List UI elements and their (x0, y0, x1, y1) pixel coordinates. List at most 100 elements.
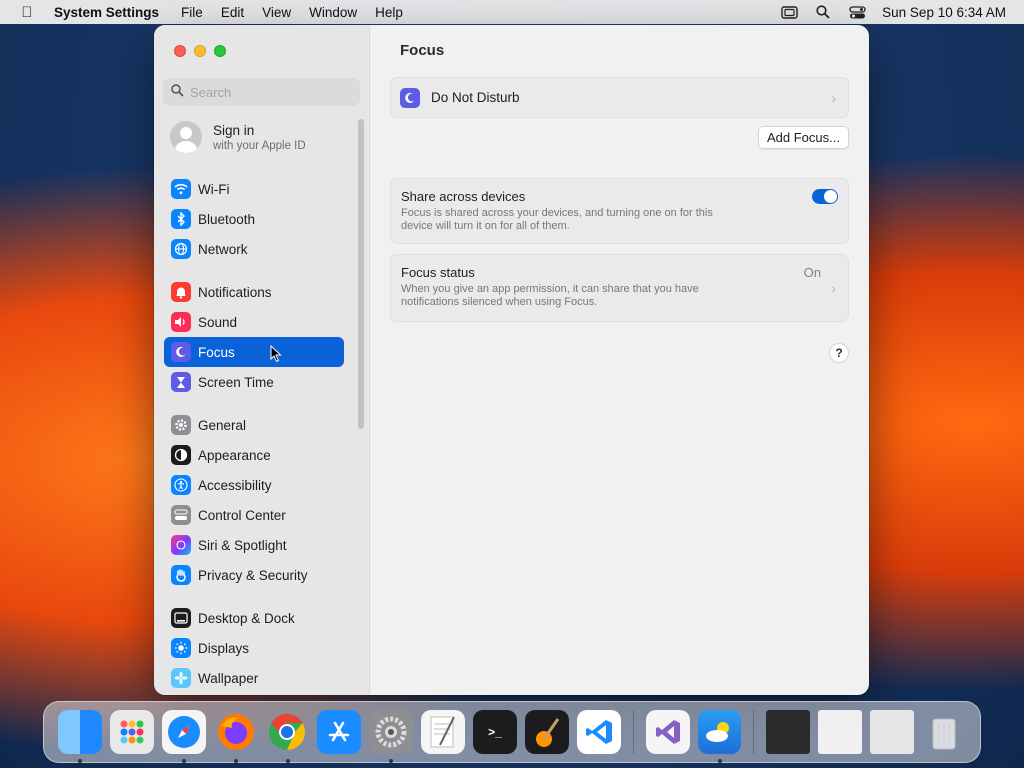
sidebar-item-label: Privacy & Security (198, 567, 308, 583)
sidebar-item-label: Accessibility (198, 477, 272, 493)
minimize-window-button[interactable] (194, 45, 206, 57)
sidebar-item-wallpaper[interactable]: Wallpaper (164, 663, 344, 693)
app-store-icon[interactable] (317, 710, 362, 754)
share-description: Focus is shared across your devices, and… (401, 207, 713, 232)
search-field[interactable] (163, 78, 360, 106)
garageband-icon[interactable] (524, 710, 569, 754)
close-window-button[interactable] (174, 45, 186, 57)
bluetooth-icon (171, 209, 191, 229)
sidebar-item-label: Network (198, 241, 248, 257)
signin-title: Sign in (213, 122, 255, 138)
siri-icon (171, 535, 191, 555)
zoom-window-button[interactable] (214, 45, 226, 57)
sidebar-item-label: Appearance (198, 447, 271, 463)
launchpad-icon[interactable] (109, 710, 154, 754)
apple-id-signin[interactable]: Sign in with your Apple ID (170, 121, 306, 153)
recent-window-1-icon[interactable] (766, 710, 811, 754)
sidebar-item-accessibility[interactable]: Accessibility (164, 470, 344, 500)
do-not-disturb-label: Do Not Disturb (431, 90, 520, 105)
running-indicator (285, 759, 290, 763)
sidebar-item-appearance[interactable]: Appearance (164, 440, 344, 470)
speaker-icon (171, 312, 191, 332)
menu-help[interactable]: Help (375, 5, 403, 20)
dock-icon (171, 608, 191, 628)
recent-window-3-icon[interactable] (870, 710, 914, 754)
sidebar-item-siri-spotlight[interactable]: Siri & Spotlight (164, 530, 344, 560)
safari-icon[interactable] (161, 710, 206, 763)
running-indicator (181, 759, 186, 763)
hourglass-icon (171, 372, 191, 392)
chevron-right-icon: › (831, 89, 836, 106)
sidebar-item-bluetooth[interactable]: Bluetooth (164, 204, 344, 234)
finder-icon[interactable] (58, 710, 102, 763)
sidebar-item-focus[interactable]: Focus (164, 337, 344, 367)
recent-window-2-icon[interactable] (818, 710, 863, 754)
menu-file[interactable]: File (181, 5, 203, 20)
menu-view[interactable]: View (262, 5, 291, 20)
focus-status-description: When you give an app permission, it can … (401, 283, 699, 308)
moon-icon (400, 87, 420, 108)
stage-manager-icon[interactable] (780, 5, 798, 19)
sidebar-item-label: Siri & Spotlight (198, 537, 287, 553)
terminal-icon[interactable]: >_ (473, 710, 517, 754)
share-across-devices-toggle[interactable] (812, 189, 838, 204)
running-indicator (233, 759, 238, 763)
menu-edit[interactable]: Edit (221, 5, 244, 20)
system-settings-icon[interactable] (369, 710, 414, 763)
sidebar-item-label: Displays (198, 640, 250, 656)
sidebar-item-label: Screen Time (198, 374, 274, 390)
menu-bar:  System Settings File Edit View Window … (0, 0, 1024, 24)
dock-separator (632, 710, 634, 754)
search-icon (171, 84, 184, 100)
dock-separator (753, 710, 755, 754)
trash-icon[interactable] (922, 710, 966, 754)
sidebar-item-privacy-security[interactable]: Privacy & Security (164, 560, 344, 590)
hand-icon (171, 565, 191, 585)
spotlight-search-icon[interactable] (814, 5, 832, 19)
focus-status-row[interactable]: Focus status When you give an app permis… (390, 254, 849, 322)
visual-studio-icon[interactable] (645, 710, 690, 754)
sidebar-item-screen-time[interactable]: Screen Time (164, 367, 344, 397)
sidebar-item-general[interactable]: General (164, 410, 344, 440)
sidebar-list: Sign in with your Apple ID Wi-Fi Bluetoo… (154, 117, 370, 695)
sidebar-item-network[interactable]: Network (164, 234, 344, 264)
sidebar-item-label: Desktop & Dock (198, 610, 295, 626)
weather-icon[interactable] (697, 710, 742, 763)
firefox-icon[interactable] (214, 710, 258, 763)
sidebar-item-label: Control Center (198, 507, 286, 523)
sidebar-item-notifications[interactable]: Notifications (164, 277, 344, 307)
sidebar-item-label: Sound (198, 314, 238, 330)
apple-menu-icon[interactable]:  (0, 4, 54, 21)
vscode-icon[interactable] (576, 710, 621, 754)
globe-icon (171, 239, 191, 259)
wallpaper-icon (171, 668, 191, 688)
menu-window[interactable]: Window (309, 5, 357, 20)
sidebar-item-desktop-dock[interactable]: Desktop & Dock (164, 603, 344, 633)
appearance-icon (171, 445, 191, 465)
add-focus-button[interactable]: Add Focus... (758, 126, 849, 149)
app-name-menu[interactable]: System Settings (54, 5, 159, 20)
wifi-icon (171, 179, 191, 199)
mouse-cursor-icon (270, 344, 282, 368)
sidebar-item-control-center[interactable]: Control Center (164, 500, 344, 530)
textedit-icon[interactable] (421, 710, 465, 754)
focus-pane: Focus Do Not Disturb › Add Focus... Shar… (370, 25, 869, 695)
chrome-icon[interactable] (266, 710, 310, 763)
control-center-menu-icon[interactable] (848, 5, 866, 19)
sidebar-item-displays[interactable]: Displays (164, 633, 344, 663)
avatar (170, 121, 202, 153)
settings-window: Sign in with your Apple ID Wi-Fi Bluetoo… (154, 25, 869, 695)
search-input[interactable] (190, 84, 350, 100)
bell-icon (171, 282, 191, 302)
accessibility-icon (171, 475, 191, 495)
do-not-disturb-row[interactable]: Do Not Disturb › (390, 77, 849, 118)
sidebar-item-label: Wi-Fi (198, 181, 230, 197)
sidebar-item-label: Wallpaper (198, 670, 259, 686)
sidebar-scrollbar[interactable] (358, 119, 364, 429)
menu-clock[interactable]: Sun Sep 10 6:34 AM (882, 5, 1006, 20)
sidebar-item-wifi[interactable]: Wi-Fi (164, 174, 344, 204)
help-button[interactable]: ? (829, 343, 849, 363)
sidebar-item-sound[interactable]: Sound (164, 307, 344, 337)
sidebar-item-label: Notifications (198, 284, 272, 300)
control-center-icon (171, 505, 191, 525)
